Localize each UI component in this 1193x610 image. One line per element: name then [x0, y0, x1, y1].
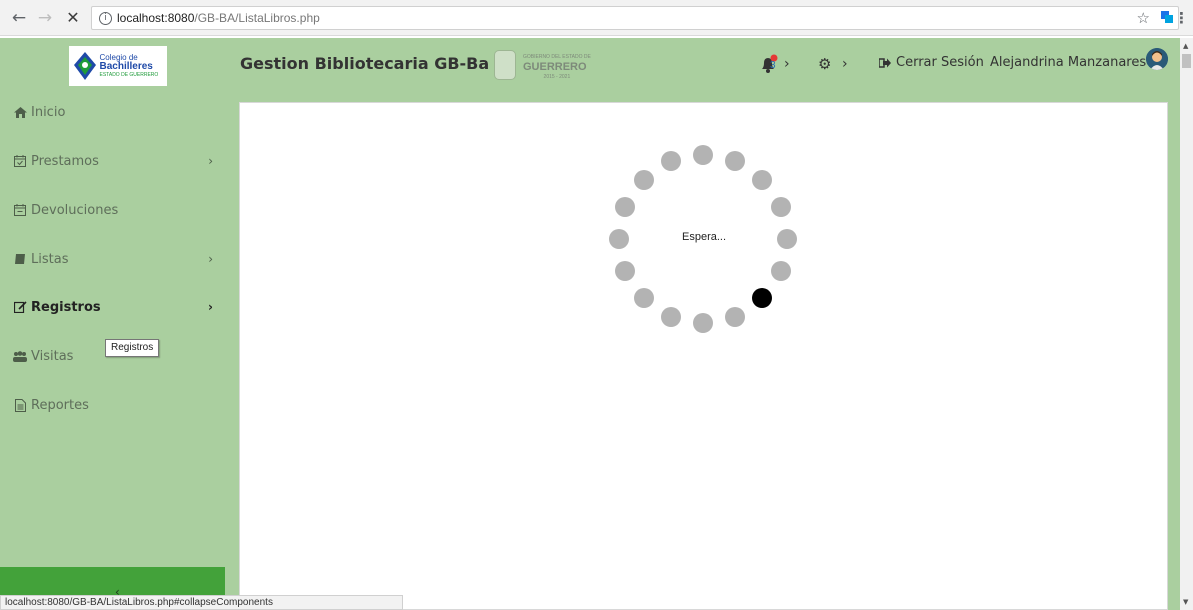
app-title: Gestion Bibliotecaria GB-Ba [240, 54, 490, 73]
logout-label: Cerrar Sesión [896, 55, 984, 70]
logo-line3: ESTADO DE GUERRERO [99, 71, 159, 78]
spinner-dot [725, 306, 746, 327]
notification-count: 3 [770, 60, 776, 71]
spinner-dot [615, 261, 636, 282]
spinner-dot [660, 151, 681, 172]
browser-menu-icon[interactable]: ⋮ [1174, 9, 1189, 27]
calendar-icon [13, 154, 27, 168]
scroll-up-arrow-icon[interactable]: ▲ [1183, 42, 1188, 50]
sidebar-item-label: Registros [31, 299, 101, 315]
sidebar-item-prestamos[interactable]: Prestamos › [13, 151, 218, 171]
notifications-chevron-icon[interactable]: › [784, 56, 790, 72]
forward-arrow-icon[interactable]: → [34, 8, 56, 28]
logout-icon [879, 57, 891, 68]
spinner-dot [693, 145, 713, 165]
report-icon [13, 398, 27, 412]
spinner-dot [660, 306, 681, 327]
sidebar-item-reportes[interactable]: Reportes [13, 395, 218, 415]
loading-text: Espera... [682, 231, 727, 243]
sidebar-item-label: Reportes [31, 397, 89, 413]
book-icon [13, 252, 27, 266]
logo-line2: Bachilleres [99, 60, 153, 72]
spinner-dot [752, 169, 773, 190]
sidebar-item-visitas[interactable]: Visitas [13, 346, 218, 366]
spinner-dot [770, 261, 791, 282]
spinner-dot [609, 229, 629, 249]
gov-line3: 2015 - 2021 [543, 74, 571, 80]
notifications-bell-icon[interactable] [758, 54, 780, 76]
spinner-dot [725, 151, 746, 172]
spinner-dot [777, 229, 797, 249]
avatar-icon [1146, 48, 1168, 70]
url-text[interactable]: localhost:8080/GB-BA/ListaLibros.php [117, 11, 320, 25]
calendar-icon [13, 203, 27, 217]
chevron-right-icon: › [208, 154, 213, 168]
settings-gear-icon[interactable]: ⚙ [818, 55, 831, 73]
gov-line1: GOBIERNO DEL ESTADO DE [523, 54, 591, 60]
home-icon [13, 105, 27, 119]
browser-toolbar: ← → ✕ i localhost:8080/GB-BA/ListaLibros… [0, 0, 1193, 36]
chevron-right-icon: › [208, 300, 213, 314]
sidebar-item-devoluciones[interactable]: Devoluciones [13, 200, 218, 220]
sidebar-item-label: Inicio [31, 104, 66, 120]
sidebar-item-inicio[interactable]: Inicio [13, 102, 218, 122]
stop-loading-icon[interactable]: ✕ [62, 8, 84, 27]
gov-line2: GUERRERO [523, 61, 587, 73]
sidebar-item-label: Devoluciones [31, 202, 119, 218]
sidebar-item-registros[interactable]: Registros › [13, 297, 218, 317]
spinner-dot [770, 196, 791, 217]
college-emblem-icon [73, 52, 96, 80]
user-name[interactable]: Alejandrina Manzanares [990, 55, 1146, 70]
college-logo: Colegio de Bachilleres ESTADO DE GUERRER… [68, 46, 167, 86]
logout-link[interactable]: Cerrar Sesión [879, 55, 984, 70]
back-arrow-icon[interactable]: ← [8, 8, 30, 28]
info-icon[interactable]: i [99, 11, 112, 25]
settings-chevron-icon[interactable]: › [842, 56, 848, 72]
extension-icon[interactable] [1160, 10, 1174, 24]
logo-text: Colegio de Bachilleres ESTADO DE GUERRER… [100, 53, 159, 80]
page-scrollbar[interactable]: ▲ ▼ [1180, 38, 1193, 610]
scroll-down-arrow-icon[interactable]: ▼ [1183, 598, 1188, 606]
spinner-dot [633, 169, 654, 190]
spinner-dot [615, 196, 636, 217]
logo-area[interactable]: Colegio de Bachilleres ESTADO DE GUERRER… [10, 40, 225, 92]
sidebar-item-label: Visitas [31, 348, 74, 364]
users-icon [13, 349, 27, 363]
government-seal-icon [494, 50, 516, 80]
url-host: localhost:8080 [117, 11, 195, 25]
user-avatar[interactable] [1146, 48, 1168, 70]
sidebar-item-label: Prestamos [31, 153, 99, 169]
government-logo: GOBIERNO DEL ESTADO DE GUERRERO 2015 - 2… [523, 53, 591, 81]
chevron-right-icon: › [208, 252, 213, 266]
app-header: Colegio de Bachilleres ESTADO DE GUERRER… [0, 38, 1180, 94]
sidebar-item-listas[interactable]: Listas › [13, 249, 218, 269]
spinner-dot [633, 288, 654, 309]
address-bar[interactable]: i localhost:8080/GB-BA/ListaLibros.php ☆ [91, 6, 1179, 30]
sidebar-item-label: Listas [31, 251, 69, 267]
url-path: /GB-BA/ListaLibros.php [194, 11, 320, 25]
spinner-dot [752, 288, 773, 309]
browser-status-bar: localhost:8080/GB-BA/ListaLibros.php#col… [0, 595, 403, 610]
spinner-dot [693, 313, 713, 333]
scroll-thumb[interactable] [1182, 54, 1191, 68]
edit-icon [13, 300, 27, 314]
bookmark-star-icon[interactable]: ☆ [1137, 9, 1150, 27]
